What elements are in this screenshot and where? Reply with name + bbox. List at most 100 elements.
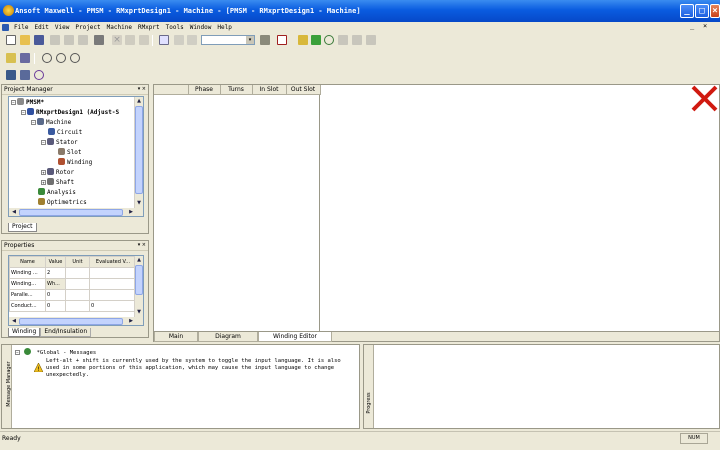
tab-diagram[interactable]: Diagram	[198, 332, 258, 342]
property-cell[interactable]: 2	[45, 267, 66, 279]
collapse-icon[interactable]: −	[11, 100, 16, 105]
collapse-icon[interactable]: −	[31, 120, 36, 125]
menu-edit[interactable]: Edit	[31, 22, 51, 33]
rotate-icon[interactable]	[187, 35, 197, 45]
property-cell[interactable]: 0	[45, 289, 66, 301]
zoom-fit-icon[interactable]	[70, 53, 80, 63]
results-icon[interactable]	[324, 35, 334, 45]
validate-icon[interactable]	[277, 35, 287, 45]
scroll-thumb[interactable]	[135, 265, 143, 295]
close-button[interactable]: ×	[710, 4, 720, 18]
export-icon[interactable]	[366, 35, 376, 45]
light-icon[interactable]	[6, 53, 16, 63]
mdi-doc-icon[interactable]	[2, 24, 9, 31]
scroll-left-icon[interactable]: ◀	[10, 317, 18, 325]
tree-item[interactable]: − PMSM*	[9, 98, 143, 108]
tab-end-insulation[interactable]: End/Insulation	[40, 328, 92, 337]
redo-icon[interactable]	[139, 35, 149, 45]
scroll-up-icon[interactable]: ▲	[135, 97, 143, 105]
open-folder-icon[interactable]	[20, 35, 30, 45]
mdi-minimize-button[interactable]: _	[690, 22, 694, 31]
tree-item[interactable]: Slot	[9, 148, 143, 158]
save-icon[interactable]	[34, 35, 44, 45]
tree-item[interactable]: Analysis	[9, 188, 143, 198]
menu-rmxprt[interactable]: RMxprt	[135, 22, 163, 33]
menu-window[interactable]: Window	[187, 22, 215, 33]
menu-file[interactable]: File	[11, 22, 31, 33]
tree-item[interactable]: Winding	[9, 158, 143, 168]
paste-icon[interactable]	[78, 35, 88, 45]
panel-buttons[interactable]: ▾ ×	[138, 85, 146, 94]
collapse-icon[interactable]: −	[21, 110, 26, 115]
fit-icon[interactable]	[20, 53, 30, 63]
tree-item[interactable]: − Stator	[9, 138, 143, 148]
draw-icon[interactable]	[6, 70, 16, 80]
hscroll-thumb[interactable]	[19, 209, 123, 216]
orbit-icon[interactable]	[34, 70, 44, 80]
undo-icon[interactable]	[125, 35, 135, 45]
scroll-thumb[interactable]	[135, 106, 143, 194]
user-defined-icon[interactable]	[338, 35, 348, 45]
tab-project[interactable]: Project	[8, 223, 37, 232]
zoom-in-icon[interactable]	[42, 53, 52, 63]
pan-icon[interactable]	[174, 35, 184, 45]
copy-icon[interactable]	[64, 35, 74, 45]
menu-tools[interactable]: Tools	[163, 22, 187, 33]
properties-scrollbar[interactable]: ▲ ▼	[134, 256, 143, 317]
check-icon[interactable]	[311, 35, 321, 45]
column-header[interactable]: Evaluated V...	[89, 256, 137, 268]
tree-item[interactable]: + Shaft	[9, 178, 143, 188]
winding-column-header[interactable]: Turns	[220, 85, 253, 95]
column-header[interactable]: Name	[9, 256, 46, 268]
scroll-down-icon[interactable]: ▼	[135, 308, 143, 316]
tree-item[interactable]: + Rotor	[9, 168, 143, 178]
message-group[interactable]: − *Global - Messages	[15, 348, 96, 357]
minimize-button[interactable]: _	[680, 4, 694, 18]
menu-view[interactable]: View	[52, 22, 72, 33]
property-row[interactable]: Paralle... 0	[9, 289, 137, 301]
expand-icon[interactable]: +	[41, 180, 46, 185]
mdi-close-button[interactable]: ×	[703, 22, 707, 31]
column-header[interactable]: Unit	[65, 256, 90, 268]
zoom-out-icon[interactable]	[56, 53, 66, 63]
ansoft-app-icon[interactable]	[3, 5, 14, 16]
column-header[interactable]: Value	[45, 256, 66, 268]
print-icon[interactable]	[94, 35, 104, 45]
winding-column-header[interactable]: Phase	[188, 85, 221, 95]
property-cell[interactable]: 0	[45, 300, 66, 312]
scroll-left-icon[interactable]: ◀	[10, 208, 18, 216]
tree-item[interactable]: Circuit	[9, 128, 143, 138]
chevron-down-icon[interactable]: ▾	[246, 36, 254, 44]
property-row[interactable]: Winding ... 2	[9, 267, 137, 279]
winding-column-header[interactable]: In Slot	[252, 85, 287, 95]
property-row[interactable]: Conduct... 0 0	[9, 300, 137, 312]
analyze-icon[interactable]	[298, 35, 308, 45]
property-row[interactable]: Winding... Wh...	[9, 278, 137, 290]
tab-winding-editor[interactable]: Winding Editor	[258, 332, 332, 342]
menu-help[interactable]: Help	[214, 22, 234, 33]
menu-project[interactable]: Project	[72, 22, 103, 33]
tree-item[interactable]: Optimetrics	[9, 198, 143, 208]
tree-item[interactable]: − RMxprtDesign1 (Adjust-S	[9, 108, 143, 118]
tree-hscrollbar[interactable]: ◀ ▶	[9, 208, 143, 216]
scroll-up-icon[interactable]: ▲	[135, 256, 143, 264]
collapse-icon[interactable]: −	[41, 140, 46, 145]
select-pointer-icon[interactable]	[159, 35, 169, 45]
report-icon[interactable]	[352, 35, 362, 45]
delete-icon[interactable]: ×	[112, 35, 122, 45]
scroll-down-icon[interactable]: ▼	[135, 199, 143, 207]
tree-scrollbar[interactable]: ▲ ▼	[134, 97, 143, 208]
collapse-icon[interactable]: −	[15, 350, 20, 355]
properties-hscrollbar[interactable]: ◀ ▶	[9, 317, 143, 325]
units-icon[interactable]	[260, 35, 270, 45]
menu-machine[interactable]: Machine	[104, 22, 135, 33]
tab-main[interactable]: Main	[154, 332, 198, 342]
grid-icon[interactable]	[20, 70, 30, 80]
scroll-right-icon[interactable]: ▶	[127, 208, 135, 216]
tree-item[interactable]: − Machine	[9, 118, 143, 128]
tab-winding[interactable]: Winding	[8, 328, 41, 337]
model-combo-box[interactable]: ▾	[201, 35, 255, 45]
expand-icon[interactable]: +	[41, 170, 46, 175]
cut-icon[interactable]	[50, 35, 60, 45]
property-cell[interactable]: Wh...	[45, 278, 66, 290]
